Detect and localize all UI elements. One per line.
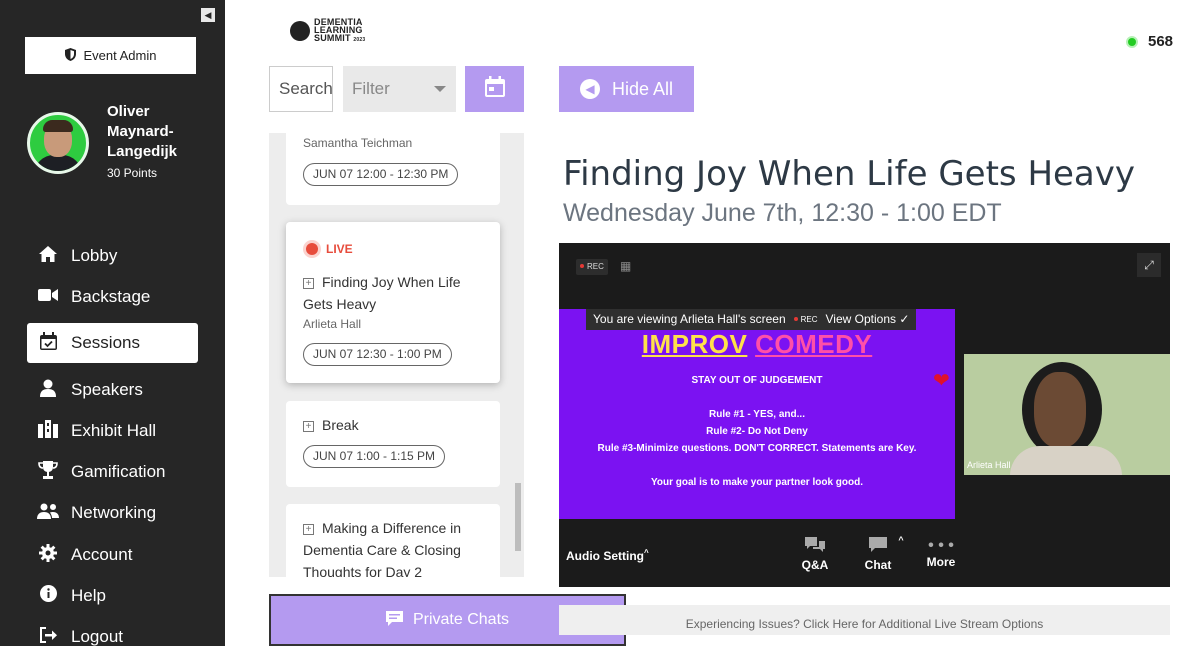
sidebar-item-label: Exhibit Hall bbox=[71, 421, 157, 440]
heart-reaction-icon: ❤ bbox=[933, 370, 950, 392]
list-scrollbar[interactable] bbox=[515, 483, 521, 551]
grid-layout-icon[interactable]: ▦ bbox=[620, 259, 631, 273]
hide-all-label: Hide All bbox=[611, 78, 674, 99]
viewing-rec-badge: REC bbox=[793, 309, 818, 330]
session-title: + Break bbox=[303, 414, 488, 436]
more-button[interactable]: • • • More bbox=[921, 537, 961, 569]
recording-badge: REC bbox=[576, 259, 608, 275]
session-time-pill: JUN 07 12:00 - 12:30 PM bbox=[303, 163, 459, 186]
screen-share-banner: You are viewing Arlieta Hall's screen RE… bbox=[586, 309, 917, 330]
collapse-sidebar-icon[interactable]: ◀ bbox=[201, 8, 215, 22]
shield-icon bbox=[64, 47, 76, 64]
user-name: Oliver Maynard-Langedijk bbox=[107, 103, 178, 160]
sidebar: ◀ Event Admin Oliver Maynard-Langedijk 3… bbox=[0, 0, 225, 646]
gear-icon bbox=[37, 543, 59, 567]
sidebar-item-label: Sessions bbox=[71, 333, 140, 352]
session-time-pill: JUN 07 12:30 - 1:00 PM bbox=[303, 343, 452, 366]
video-player[interactable]: REC ▦ ⤢ IMPROV COMEDY STAY OUT OF JUDGEM… bbox=[559, 243, 1170, 587]
filter-select[interactable]: Filter bbox=[343, 66, 456, 112]
stream-issues-link[interactable]: Experiencing Issues? Click Here for Addi… bbox=[559, 605, 1170, 635]
search-input[interactable]: Search bbox=[269, 66, 333, 112]
audio-setting-button[interactable]: Audio Setting^ bbox=[566, 548, 649, 563]
session-speaker: Samantha Teichman bbox=[303, 136, 413, 150]
sidebar-item-label: Lobby bbox=[71, 246, 118, 265]
shared-screen: IMPROV COMEDY STAY OUT OF JUDGEMENT Rule… bbox=[559, 309, 955, 519]
caret-down-icon bbox=[434, 86, 446, 92]
session-card[interactable]: + Break JUN 07 1:00 - 1:15 PM bbox=[286, 401, 500, 487]
viewing-text: You are viewing Arlieta Hall's screen bbox=[593, 312, 786, 326]
sidebar-item-label: Speakers bbox=[71, 380, 143, 399]
live-badge: LIVE bbox=[306, 242, 353, 256]
sidebar-item-networking[interactable]: Networking bbox=[27, 493, 198, 533]
info-icon bbox=[37, 585, 59, 607]
view-options-menu[interactable]: View Options ✓ bbox=[826, 309, 910, 330]
session-card[interactable]: + Making a Difference in Dementia Care & … bbox=[286, 504, 500, 577]
logout-icon bbox=[37, 626, 59, 646]
sidebar-item-label: Networking bbox=[71, 503, 157, 522]
online-count-value: 568 bbox=[1148, 33, 1174, 50]
user-points: 30 Points bbox=[107, 166, 158, 180]
participant-video[interactable]: Arlieta Hall bbox=[964, 354, 1170, 475]
sidebar-item-logout[interactable]: Logout bbox=[27, 617, 198, 646]
more-icon: • • • bbox=[928, 537, 954, 554]
live-dot-icon bbox=[306, 243, 318, 255]
arrow-left-icon: ◀ bbox=[579, 79, 600, 99]
expand-plus-icon[interactable]: + bbox=[303, 421, 314, 432]
sidebar-item-lobby[interactable]: Lobby bbox=[27, 236, 198, 276]
video-camera-icon bbox=[37, 287, 59, 307]
hide-all-button[interactable]: ◀ Hide All bbox=[559, 66, 694, 112]
sidebar-item-help[interactable]: Help bbox=[27, 576, 198, 616]
online-status-icon bbox=[1126, 35, 1138, 48]
qa-icon bbox=[795, 537, 835, 558]
session-datetime: Wednesday June 7th, 12:30 - 1:00 EDT bbox=[563, 199, 1002, 227]
trophy-icon bbox=[37, 460, 59, 484]
session-title: + Finding Joy When Life Gets Heavy bbox=[303, 274, 461, 312]
sidebar-item-exhibit-hall[interactable]: Exhibit Hall bbox=[27, 411, 198, 451]
sidebar-item-label: Account bbox=[71, 545, 133, 564]
calendar-button[interactable] bbox=[465, 66, 524, 112]
sidebar-item-sessions[interactable]: Sessions bbox=[27, 323, 198, 363]
session-card-live[interactable]: LIVE + Finding Joy When Life Gets Heavy A… bbox=[286, 222, 500, 383]
session-time-pill: JUN 07 1:00 - 1:15 PM bbox=[303, 445, 446, 468]
home-icon bbox=[37, 245, 59, 268]
speaker-icon bbox=[37, 379, 59, 402]
sidebar-item-speakers[interactable]: Speakers bbox=[27, 370, 198, 410]
chat-button[interactable]: Chat bbox=[858, 537, 898, 572]
fullscreen-icon[interactable]: ⤢ bbox=[1137, 253, 1161, 277]
people-icon bbox=[37, 503, 59, 524]
sidebar-item-label: Help bbox=[71, 586, 106, 605]
online-count: 568 bbox=[1126, 33, 1173, 50]
expand-plus-icon[interactable]: + bbox=[303, 524, 314, 535]
brain-icon bbox=[290, 21, 310, 41]
filter-label: Filter bbox=[352, 79, 390, 98]
session-card[interactable]: Samantha Teichman JUN 07 12:00 - 12:30 P… bbox=[286, 133, 500, 205]
sidebar-item-label: Gamification bbox=[71, 462, 166, 481]
avatar[interactable] bbox=[27, 112, 89, 174]
participant-name: Arlieta Hall bbox=[967, 460, 1011, 470]
summit-logo[interactable]: DEMENTIA LEARNING SUMMIT 2023 bbox=[290, 18, 365, 44]
qa-button[interactable]: Q&A bbox=[795, 537, 835, 572]
event-admin-label: Event Admin bbox=[83, 48, 157, 63]
sidebar-item-label: Logout bbox=[71, 627, 123, 646]
calendar-check-icon bbox=[37, 331, 59, 355]
sidebar-item-account[interactable]: Account bbox=[27, 535, 198, 575]
sidebar-item-backstage[interactable]: Backstage bbox=[27, 277, 198, 317]
sidebar-item-label: Backstage bbox=[71, 287, 151, 306]
private-chats-label: Private Chats bbox=[412, 611, 510, 628]
slide-title: IMPROV COMEDY bbox=[641, 329, 873, 359]
exhibit-icon bbox=[37, 419, 59, 443]
calendar-icon bbox=[484, 75, 505, 103]
event-admin-button[interactable]: Event Admin bbox=[25, 37, 196, 74]
chat-bubble-icon bbox=[385, 610, 403, 631]
session-speaker: Arlieta Hall bbox=[303, 317, 362, 331]
session-list: Samantha Teichman JUN 07 12:00 - 12:30 P… bbox=[269, 133, 524, 577]
meeting-control-bar: Audio Setting^ Q&A Chat ^ • • • More bbox=[559, 533, 1170, 587]
slide-body: STAY OUT OF JUDGEMENT Rule #1 - YES, and… bbox=[597, 375, 917, 488]
session-heading: Finding Joy When Life Gets Heavy bbox=[563, 154, 1136, 194]
chat-icon bbox=[858, 537, 898, 558]
chat-options-caret-icon[interactable]: ^ bbox=[894, 535, 908, 545]
expand-plus-icon[interactable]: + bbox=[303, 278, 314, 289]
session-title: + Making a Difference in Dementia Care & … bbox=[303, 520, 462, 577]
sidebar-item-gamification[interactable]: Gamification bbox=[27, 452, 198, 492]
